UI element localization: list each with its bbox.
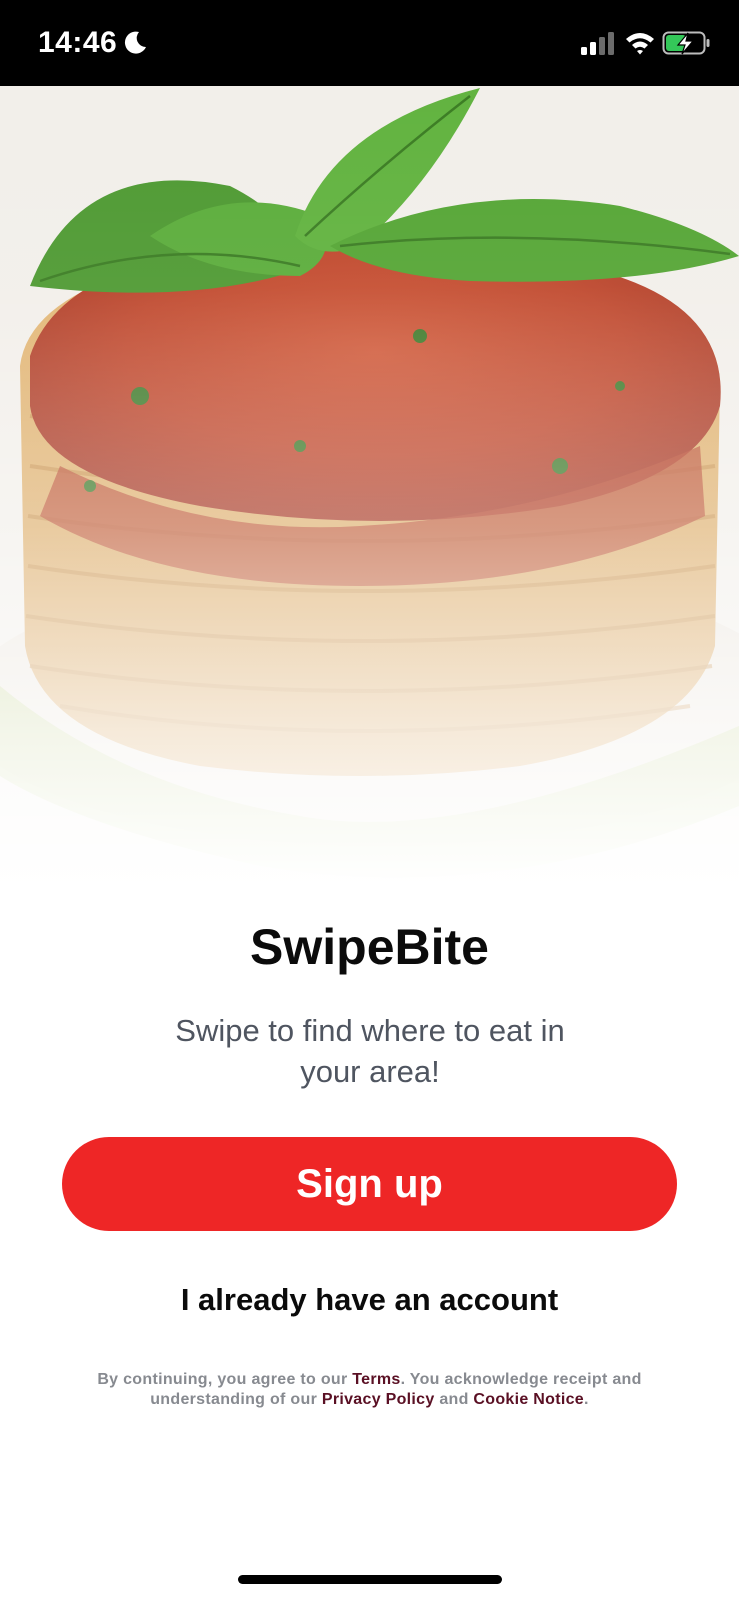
login-link[interactable]: I already have an account <box>0 1282 739 1318</box>
legal-prefix: By continuing, you agree to our <box>97 1371 353 1388</box>
terms-link[interactable]: Terms <box>352 1371 400 1388</box>
legal-suffix: . <box>584 1391 589 1408</box>
privacy-policy-link[interactable]: Privacy Policy <box>322 1391 435 1408</box>
status-time: 14:46 <box>38 26 118 59</box>
hero-fade-overlay <box>0 86 739 890</box>
tagline: Swipe to find where to eat in your area! <box>175 1013 565 1089</box>
legal-notice: By continuing, you agree to our Terms. Y… <box>70 1370 669 1410</box>
signal-icon <box>581 32 614 55</box>
battery-charging-icon <box>662 31 710 55</box>
home-indicator[interactable] <box>238 1575 502 1584</box>
signup-button[interactable]: Sign up <box>62 1137 677 1231</box>
wifi-icon <box>626 33 654 55</box>
app-title: SwipeBite <box>250 919 489 975</box>
cookie-notice-link[interactable]: Cookie Notice <box>473 1391 584 1408</box>
status-bar: 14:46 <box>0 0 739 86</box>
hero-image <box>0 86 739 890</box>
moon-icon <box>124 31 146 54</box>
legal-and: and <box>434 1391 474 1408</box>
